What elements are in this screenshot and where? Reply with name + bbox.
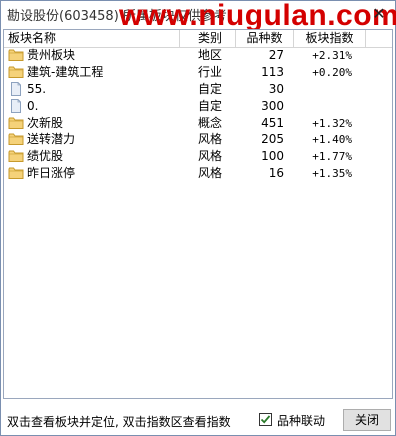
checkbox-label: 品种联动 [277, 414, 326, 428]
check-icon [260, 415, 271, 424]
row-count: 205 [261, 132, 284, 147]
folder-icon [8, 149, 24, 163]
column-header-type[interactable]: 类别 [180, 30, 236, 47]
row-count: 16 [268, 166, 284, 181]
row-count: 300 [261, 98, 284, 113]
row-count: 27 [268, 48, 284, 62]
row-name: 0. [27, 98, 39, 113]
table-row[interactable]: 建筑-建筑工程 行业 113 +0.20% [4, 64, 392, 81]
row-name: 送转潜力 [27, 132, 76, 147]
row-name: 贵州板块 [27, 48, 76, 62]
table-row[interactable]: 0. 自定 300 [4, 98, 392, 115]
row-type: 风格 [198, 166, 223, 181]
dialog-window: 勘设股份(603458) 所属板块仅供参考 www.niugulan.com ✕… [0, 0, 396, 436]
folder-icon [8, 166, 24, 180]
close-icon[interactable]: ✕ [367, 3, 391, 25]
row-type: 自定 [198, 98, 223, 113]
table-row[interactable]: 次新股 概念 451 +1.32% [4, 115, 392, 132]
dialog-footer: 双击查看板块并定位, 双击指数区查看指数 品种联动 关闭 [1, 405, 395, 435]
column-header-count[interactable]: 品种数 [236, 30, 294, 47]
row-count: 30 [268, 81, 284, 96]
table-row[interactable]: 贵州板块 地区 27 +2.31% [4, 47, 392, 64]
row-index [300, 98, 352, 115]
table-row[interactable]: 绩优股 风格 100 +1.77% [4, 148, 392, 165]
folder-icon [8, 48, 24, 62]
table-row[interactable]: 昨日涨停 风格 16 +1.35% [4, 165, 392, 182]
row-index: +2.31% [312, 49, 352, 62]
row-type: 自定 [198, 81, 223, 96]
row-index: +1.40% [312, 133, 352, 147]
table-row[interactable]: 送转潜力 风格 205 +1.40% [4, 131, 392, 148]
file-icon [8, 81, 24, 96]
row-name: 建筑-建筑工程 [27, 64, 104, 79]
sector-list[interactable]: 板块名称 类别 品种数 板块指数 贵州板块 地区 27 +2.31% 建筑-建筑工程 行业… [3, 29, 393, 399]
row-count: 100 [261, 149, 284, 164]
row-count: 451 [261, 115, 284, 130]
row-name: 次新股 [27, 115, 64, 130]
folder-icon [8, 116, 24, 130]
folder-icon [8, 65, 24, 79]
table-row[interactable]: 55. 自定 30 [4, 81, 392, 98]
table-body: 贵州板块 地区 27 +2.31% 建筑-建筑工程 行业 113 +0.20% 55. 自定 30 0… [4, 47, 392, 182]
row-index [300, 81, 352, 98]
title-bar[interactable]: 勘设股份(603458) 所属板块仅供参考 www.niugulan.com ✕ [1, 0, 396, 32]
row-name: 55. [27, 81, 47, 96]
column-header-index[interactable]: 板块指数 [294, 30, 366, 47]
file-icon [8, 98, 24, 113]
row-name: 绩优股 [27, 149, 64, 164]
table-header: 板块名称 类别 品种数 板块指数 [4, 30, 392, 48]
row-index: +0.20% [312, 65, 352, 79]
row-index: +1.77% [312, 150, 352, 164]
column-header-name[interactable]: 板块名称 [4, 30, 180, 47]
row-index: +1.35% [312, 167, 352, 181]
row-count: 113 [261, 64, 284, 79]
row-type: 地区 [198, 48, 223, 62]
row-type: 概念 [198, 115, 223, 130]
row-type: 风格 [198, 149, 223, 164]
row-type: 风格 [198, 132, 223, 147]
checkbox-box[interactable] [259, 413, 272, 426]
row-index: +1.32% [312, 116, 352, 130]
row-type: 行业 [198, 64, 223, 79]
close-button[interactable]: 关闭 [343, 409, 391, 431]
footer-hint: 双击查看板块并定位, 双击指数区查看指数 [7, 415, 231, 429]
folder-icon [8, 132, 24, 146]
row-name: 昨日涨停 [27, 166, 76, 181]
